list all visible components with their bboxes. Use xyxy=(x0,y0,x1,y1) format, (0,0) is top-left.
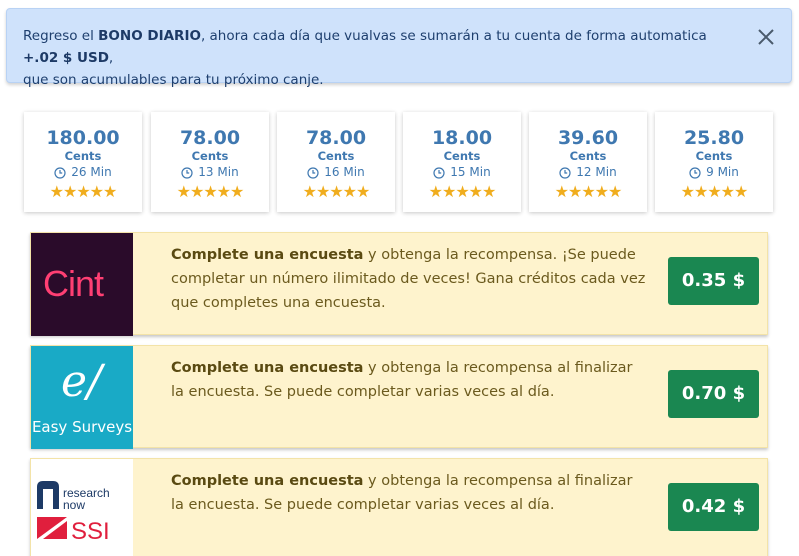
card-time: 26 Min xyxy=(24,164,142,181)
banner-suffix: , xyxy=(108,50,114,66)
card-amount: 39.60 xyxy=(557,127,619,149)
clock-icon xyxy=(559,166,571,179)
card-duration: 9 Min xyxy=(706,165,739,179)
easy-surveys-mark: e/ xyxy=(61,356,102,407)
survey-card[interactable]: 78.00 Cents 13 Min ★★★★★ xyxy=(151,112,269,212)
clock-icon xyxy=(689,166,701,179)
rating-stars: ★★★★★ xyxy=(176,182,245,201)
card-duration: 12 Min xyxy=(576,165,617,179)
banner-message: Regreso el BONO DIARIO, ahora cada día q… xyxy=(23,25,721,91)
card-time: 12 Min xyxy=(529,164,647,181)
card-amount: 25.80 xyxy=(683,127,745,149)
banner-line2: que son acumulables para tu próximo canj… xyxy=(23,72,324,88)
card-amount: 78.00 xyxy=(179,127,241,149)
easy-surveys-logo-text: Easy Surveys xyxy=(31,418,133,436)
offer-description: Complete una encuesta y obtenga la recom… xyxy=(171,356,646,404)
card-duration: 13 Min xyxy=(198,165,239,179)
clock-icon xyxy=(433,166,445,179)
clock-icon xyxy=(307,166,319,179)
card-unit: Cents xyxy=(191,149,229,163)
survey-card[interactable]: 39.60 Cents 12 Min ★★★★★ xyxy=(529,112,647,212)
survey-card[interactable]: 18.00 Cents 15 Min ★★★★★ xyxy=(403,112,521,212)
card-time: 9 Min xyxy=(655,164,773,181)
banner-bonus-amount: +.02 $ USD xyxy=(23,50,109,66)
card-unit: Cents xyxy=(443,149,481,163)
survey-card[interactable]: 25.80 Cents 9 Min ★★★★★ xyxy=(655,112,773,212)
cint-logo-text: Cint xyxy=(43,263,104,304)
card-duration: 26 Min xyxy=(71,165,112,179)
card-time: 15 Min xyxy=(403,164,521,181)
offer-row-cint: Cint Complete una encuesta y obtenga la … xyxy=(30,232,768,336)
card-time: 16 Min xyxy=(277,164,395,181)
banner-prefix: Regreso el xyxy=(23,28,99,44)
offer-reward-button[interactable]: 0.70 $ xyxy=(668,370,759,418)
card-unit: Cents xyxy=(64,149,102,163)
offer-headline: Complete una encuesta xyxy=(171,473,364,489)
offer-row-research-now: research now SSI Complete una encuesta y… xyxy=(30,458,768,556)
card-unit: Cents xyxy=(695,149,733,163)
card-duration: 15 Min xyxy=(450,165,491,179)
cint-logo: Cint xyxy=(31,233,133,336)
rating-stars: ★★★★★ xyxy=(302,182,371,201)
rating-stars: ★★★★★ xyxy=(680,182,749,201)
card-unit: Cents xyxy=(317,149,355,163)
card-amount: 180.00 xyxy=(46,127,120,149)
rating-stars: ★★★★★ xyxy=(554,182,623,201)
card-time: 13 Min xyxy=(151,164,269,181)
card-amount: 78.00 xyxy=(305,127,367,149)
easy-surveys-logo: e/ Easy Surveys xyxy=(31,346,133,449)
survey-card[interactable]: 78.00 Cents 16 Min ★★★★★ xyxy=(277,112,395,212)
logo-line3: SSI xyxy=(71,518,110,545)
survey-cards-row: 180.00 Cents 26 Min ★★★★★ 78.00 Cents 13… xyxy=(24,112,774,212)
survey-card[interactable]: 180.00 Cents 26 Min ★★★★★ xyxy=(24,112,142,212)
card-amount: 18.00 xyxy=(431,127,493,149)
offer-description: Complete una encuesta y obtenga la recom… xyxy=(171,469,646,517)
rating-stars: ★★★★★ xyxy=(49,182,118,201)
offer-row-easy-surveys: e/ Easy Surveys Complete una encuesta y … xyxy=(30,345,768,449)
offer-headline: Complete una encuesta xyxy=(171,247,364,263)
clock-icon xyxy=(181,166,193,179)
offer-reward-button[interactable]: 0.42 $ xyxy=(668,483,759,531)
offer-reward-button[interactable]: 0.35 $ xyxy=(668,257,759,305)
banner-middle: , ahora cada día que vualvas se sumarán … xyxy=(200,28,707,44)
card-unit: Cents xyxy=(569,149,607,163)
clock-icon xyxy=(54,166,66,179)
offer-headline: Complete una encuesta xyxy=(171,360,364,376)
daily-bonus-alert: Regreso el BONO DIARIO, ahora cada día q… xyxy=(6,8,792,88)
research-now-ssi-logo: research now SSI xyxy=(31,459,133,556)
rating-stars: ★★★★★ xyxy=(428,182,497,201)
card-duration: 16 Min xyxy=(324,165,365,179)
logo-line2: now xyxy=(63,498,85,512)
close-icon[interactable] xyxy=(755,26,777,48)
banner-bonus-name: BONO DIARIO xyxy=(98,28,201,44)
offer-description: Complete una encuesta y obtenga la recom… xyxy=(171,243,646,315)
research-now-ssi-mark: research now SSI xyxy=(37,481,110,545)
